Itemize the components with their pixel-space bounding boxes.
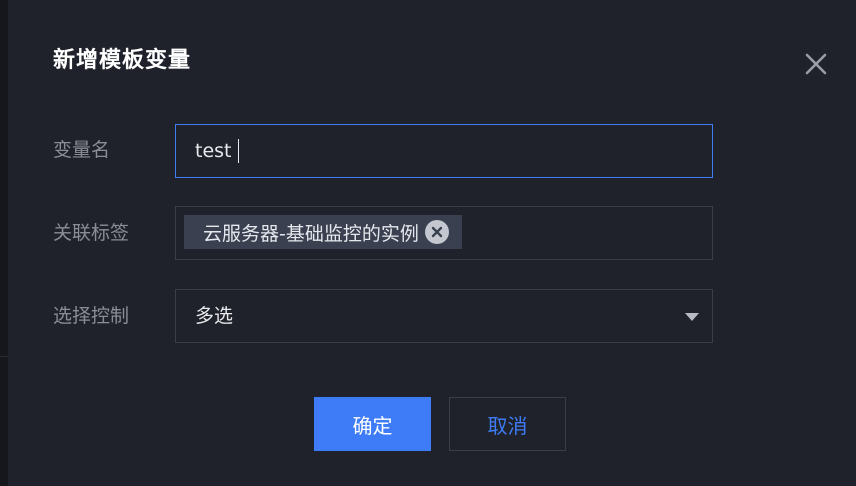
tag-remove-button[interactable] bbox=[424, 220, 449, 244]
associated-tags-label: 关联标签 bbox=[53, 222, 130, 244]
background-page-edge bbox=[0, 0, 8, 486]
close-icon bbox=[805, 53, 827, 75]
select-control-dropdown[interactable]: 多选 bbox=[175, 289, 713, 343]
close-button[interactable] bbox=[802, 50, 830, 78]
cancel-button[interactable]: 取消 bbox=[449, 397, 566, 451]
confirm-button[interactable]: 确定 bbox=[314, 397, 431, 451]
close-circle-icon bbox=[431, 226, 443, 238]
text-caret bbox=[237, 139, 239, 163]
dialog-title: 新增模板变量 bbox=[53, 48, 192, 73]
select-control-value: 多选 bbox=[195, 305, 234, 327]
variable-name-value: test bbox=[195, 140, 232, 162]
tag-chip-label: 云服务器-基础监控的实例 bbox=[203, 222, 419, 245]
select-control-label: 选择控制 bbox=[53, 305, 130, 327]
variable-name-input[interactable]: test bbox=[175, 124, 713, 178]
background-divider bbox=[0, 356, 8, 357]
tag-chip: 云服务器-基础监控的实例 bbox=[184, 215, 462, 249]
caret-down-icon bbox=[685, 313, 699, 321]
variable-name-input-content: test bbox=[195, 136, 239, 166]
variable-name-label: 变量名 bbox=[53, 139, 111, 161]
add-template-variable-dialog: 新增模板变量 变量名 test 关联标签 云服务器-基础监控的实例 选择控制 多… bbox=[8, 0, 856, 486]
associated-tags-field[interactable]: 云服务器-基础监控的实例 bbox=[175, 206, 713, 260]
